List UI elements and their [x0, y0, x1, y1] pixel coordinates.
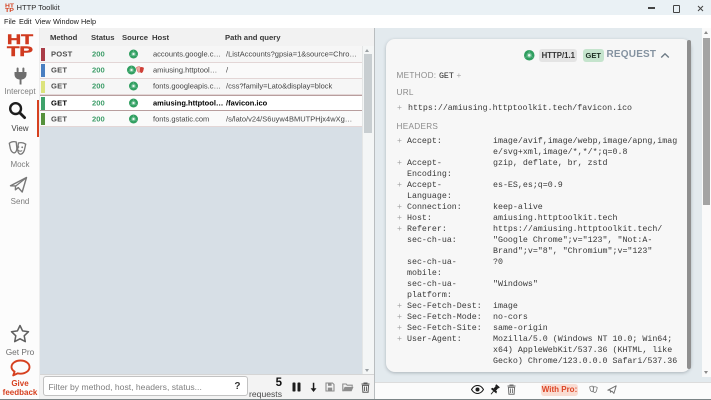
svg-text:TP: TP	[5, 8, 14, 12]
svg-text:TP: TP	[7, 44, 33, 57]
